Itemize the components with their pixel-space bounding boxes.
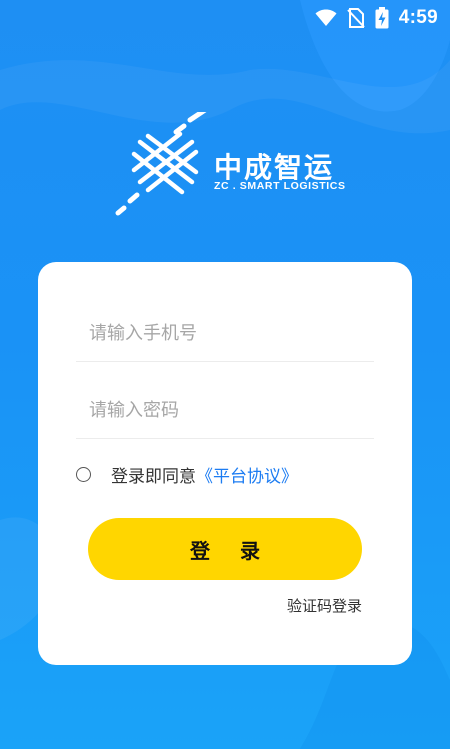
login-button[interactable]: 登录 bbox=[88, 518, 362, 580]
brand-logo: 中成智运 ZC . SMART LOGISTICS bbox=[112, 112, 352, 222]
agreement-row: 登录即同意 《平台协议》 bbox=[76, 462, 298, 487]
wifi-icon bbox=[315, 9, 337, 26]
agreement-radio[interactable] bbox=[76, 466, 91, 482]
agreement-link[interactable]: 《平台协议》 bbox=[196, 462, 298, 487]
status-time: 4:59 bbox=[398, 7, 438, 28]
login-card: 登录即同意 《平台协议》 登录 验证码登录 bbox=[38, 262, 412, 665]
no-sim-icon bbox=[347, 8, 365, 28]
phone-input[interactable] bbox=[76, 306, 374, 362]
password-input[interactable] bbox=[76, 383, 374, 439]
battery-charging-icon bbox=[375, 7, 389, 29]
zc-woven-logo-icon bbox=[115, 112, 207, 216]
agreement-prefix: 登录即同意 bbox=[111, 466, 196, 487]
brand-subtitle: ZC . SMART LOGISTICS bbox=[214, 180, 346, 192]
code-login-link[interactable]: 验证码登录 bbox=[287, 595, 362, 616]
status-bar: 4:59 bbox=[0, 0, 450, 36]
